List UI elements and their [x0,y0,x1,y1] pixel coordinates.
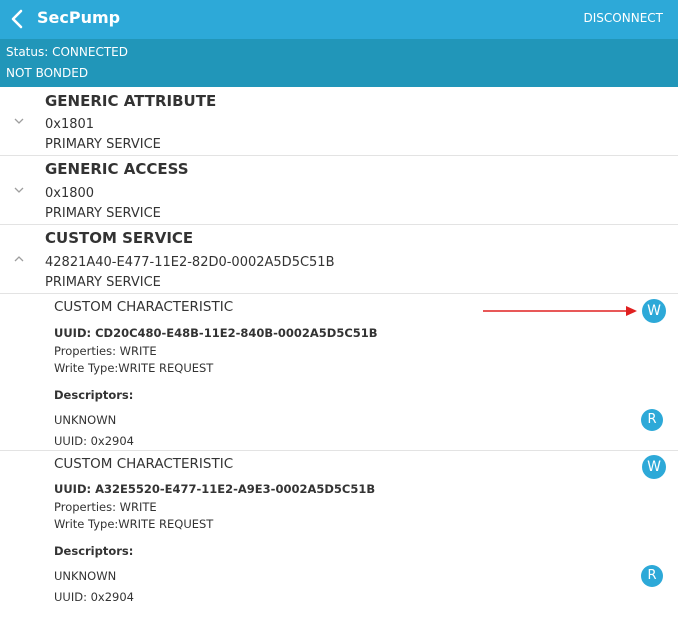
characteristic-properties: Properties: WRITE [54,344,157,358]
app-bar: SecPump DISCONNECT [0,0,678,39]
back-arrow-icon[interactable] [7,7,29,31]
descriptor-name: UNKNOWN [54,569,117,583]
divider [0,293,678,294]
characteristic-uuid: UUID: CD20C480-E48B-11E2-840B-0002A5D5C5… [54,326,378,340]
service-uuid: 42821A40-E477-11E2-82D0-0002A5D5C51B [45,255,335,270]
service-generic-access[interactable]: GENERIC ACCESS 0x1800 PRIMARY SERVICE [0,156,678,224]
service-generic-attribute[interactable]: GENERIC ATTRIBUTE 0x1801 PRIMARY SERVICE [0,87,678,155]
characteristic-write-type: Write Type:WRITE REQUEST [54,517,214,531]
service-uuid: 0x1800 [45,186,95,201]
chevron-down-icon[interactable] [12,185,26,195]
read-button[interactable]: R [641,409,663,431]
chevron-down-icon[interactable] [12,116,26,126]
characteristic-name: CUSTOM CHARACTERISTIC [54,299,234,315]
service-custom-service[interactable]: CUSTOM SERVICE 42821A40-E477-11E2-82D0-0… [0,225,678,293]
characteristic-write-type: Write Type:WRITE REQUEST [54,361,214,375]
descriptors-heading: Descriptors: [54,388,134,402]
bond-status: NOT BONDED [6,66,89,80]
service-type: PRIMARY SERVICE [45,206,161,221]
status-bar: Status: CONNECTED NOT BONDED [0,39,678,87]
descriptor-uuid: UUID: 0x2904 [54,590,135,604]
service-name: GENERIC ACCESS [45,160,189,178]
chevron-up-icon[interactable] [12,254,26,264]
disconnect-button[interactable]: DISCONNECT [584,10,663,26]
write-button[interactable]: W [642,299,666,323]
read-button[interactable]: R [641,565,663,587]
characteristic-uuid: UUID: A32E5520-E477-11E2-A9E3-0002A5D5C5… [54,482,376,496]
service-type: PRIMARY SERVICE [45,137,161,152]
characteristic-name: CUSTOM CHARACTERISTIC [54,456,234,472]
descriptor-uuid: UUID: 0x2904 [54,434,135,448]
annotation-arrow-icon [483,306,637,316]
service-uuid: 0x1801 [45,117,95,132]
app-title: SecPump [37,8,121,27]
connection-status: Status: CONNECTED [6,45,128,59]
descriptor-name: UNKNOWN [54,413,117,427]
service-name: CUSTOM SERVICE [45,229,194,247]
write-button[interactable]: W [642,455,666,479]
service-type: PRIMARY SERVICE [45,275,161,290]
characteristic-properties: Properties: WRITE [54,500,157,514]
descriptors-heading: Descriptors: [54,544,134,558]
divider [0,450,678,451]
service-name: GENERIC ATTRIBUTE [45,92,217,110]
